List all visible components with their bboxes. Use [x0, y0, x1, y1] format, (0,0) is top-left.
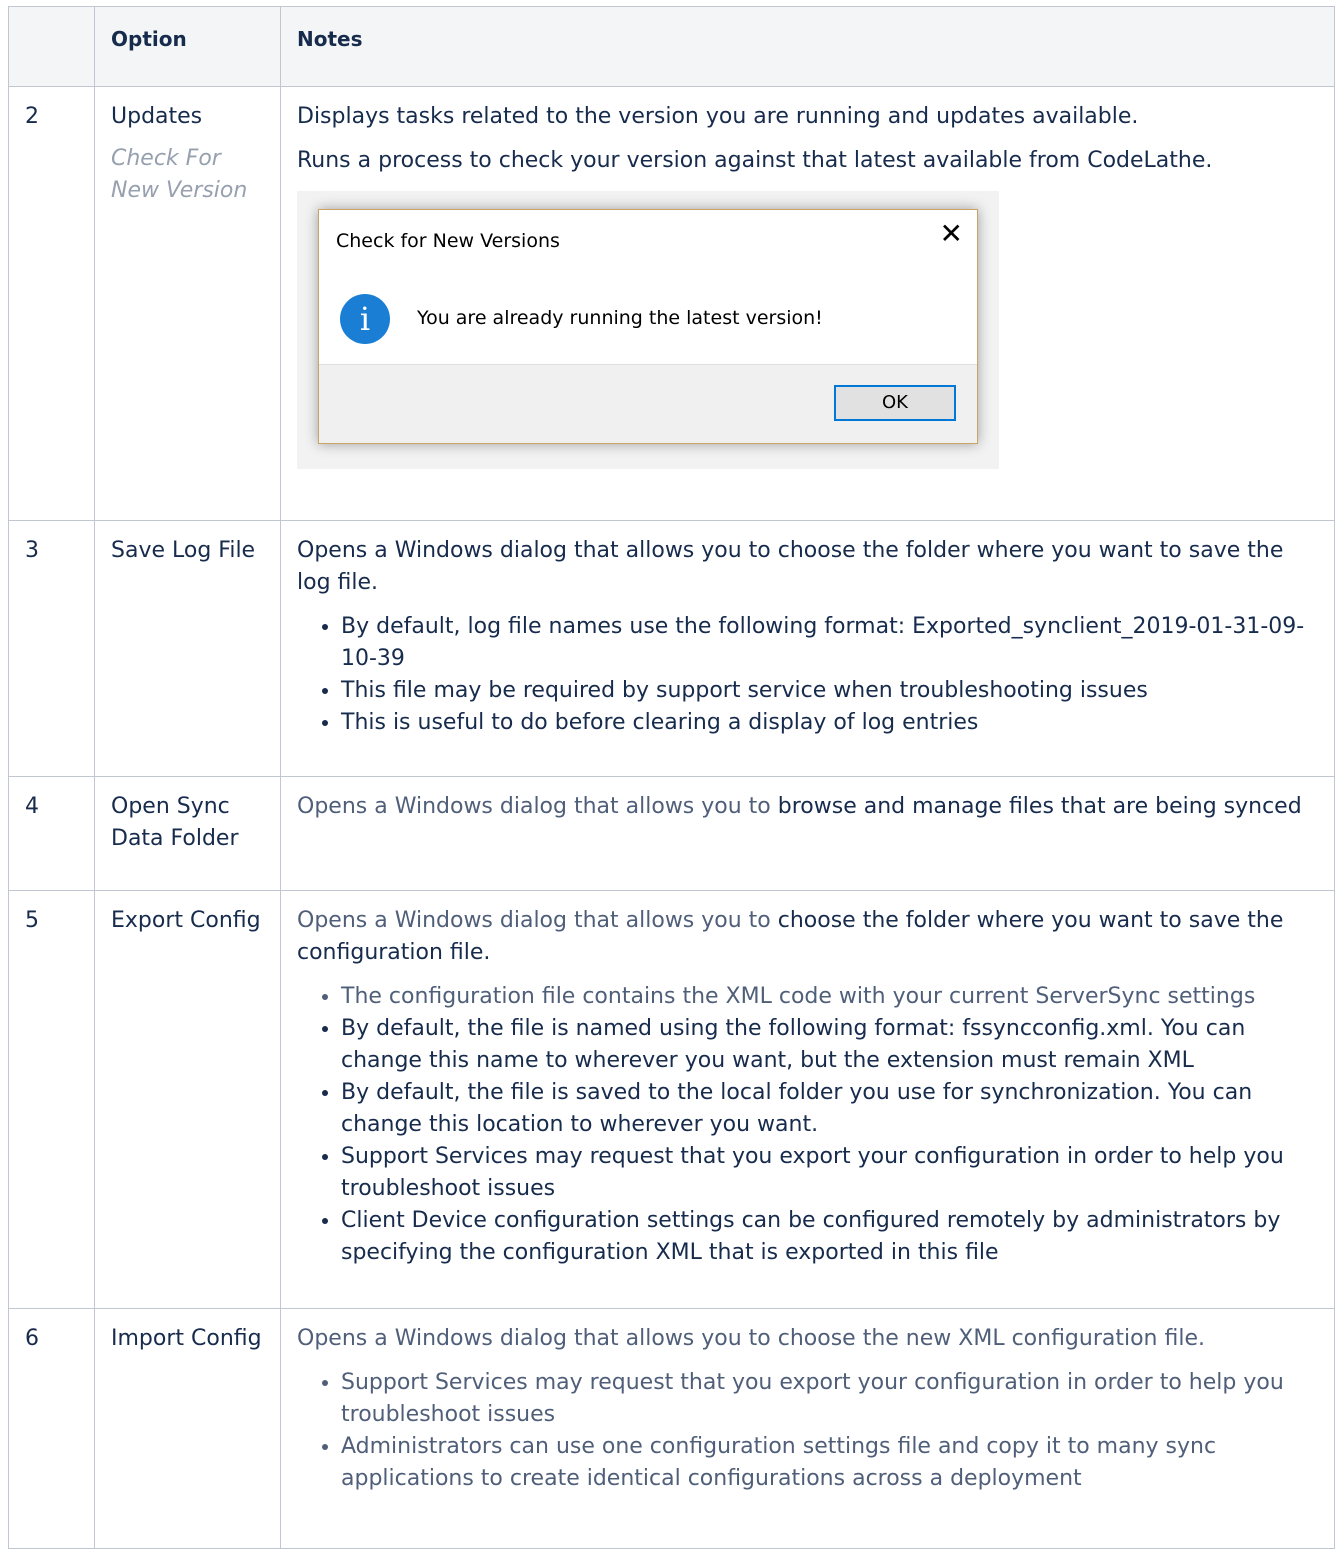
header-num	[8, 6, 95, 87]
dialog-footer: OK	[319, 364, 977, 443]
row-number: 6	[25, 1326, 39, 1351]
notes-paragraph: Opens a Windows dialog that allows you t…	[297, 905, 1318, 969]
notes-cell: Opens a Windows dialog that allows you t…	[280, 520, 1335, 777]
option-sublabel: Check For New Version	[111, 146, 248, 203]
list-item: This is useful to do before clearing a d…	[341, 707, 1318, 739]
notes-cell: Displays tasks related to the version yo…	[280, 86, 1335, 521]
list-item: By default, the file is named using the …	[341, 1013, 1318, 1077]
row-number-cell: 5	[8, 890, 95, 1309]
option-cell: Updates Check For New Version	[94, 86, 281, 521]
check-version-dialog: Check for New Versions ✕ i You are alrea…	[318, 209, 978, 444]
notes-paragraph: Opens a Windows dialog that allows you t…	[297, 538, 1284, 595]
notes-paragraph: Opens a Windows dialog that allows you t…	[297, 791, 1318, 823]
notes-prefix: Opens a Windows dialog that allows you t…	[297, 908, 771, 933]
list-item: By default, the file is saved to the loc…	[341, 1077, 1318, 1141]
option-label: Save Log File	[111, 538, 256, 563]
option-label: Import Config	[111, 1326, 262, 1351]
table-row: 3 Save Log File Opens a Windows dialog t…	[8, 520, 1335, 777]
notes-list: Support Services may request that you ex…	[297, 1367, 1318, 1495]
list-item: By default, log file names use the follo…	[341, 611, 1318, 675]
header-notes: Notes	[280, 6, 1335, 87]
notes-text: browse and manage files that are being s…	[770, 794, 1302, 819]
notes-cell: Opens a Windows dialog that allows you t…	[280, 890, 1335, 1309]
notes-paragraph: Runs a process to check your version aga…	[297, 148, 1213, 173]
option-cell: Open Sync Data Folder	[94, 776, 281, 891]
table-row: 4 Open Sync Data Folder Opens a Windows …	[8, 776, 1335, 891]
dialog-screenshot: Check for New Versions ✕ i You are alrea…	[297, 191, 999, 469]
row-number: 5	[25, 908, 39, 933]
row-number: 4	[25, 794, 39, 819]
list-item: Administrators can use one configuration…	[341, 1431, 1318, 1495]
row-number-cell: 3	[8, 520, 95, 777]
options-table: Option Notes 2 Updates Check For New Ver…	[8, 6, 1335, 1549]
list-item: Support Services may request that you ex…	[341, 1367, 1318, 1431]
option-label: Open Sync Data Folder	[111, 794, 239, 851]
notes-cell: Opens a Windows dialog that allows you t…	[280, 1308, 1335, 1549]
list-item: Client Device configuration settings can…	[341, 1205, 1318, 1269]
list-item: This file may be required by support ser…	[341, 675, 1318, 707]
table-row: 5 Export Config Opens a Windows dialog t…	[8, 890, 1335, 1309]
row-number-cell: 2	[8, 86, 95, 521]
notes-list: The configuration file contains the XML …	[297, 981, 1318, 1269]
row-number: 2	[25, 104, 39, 129]
ok-button[interactable]: OK	[834, 385, 956, 421]
list-item: The configuration file contains the XML …	[341, 981, 1318, 1013]
notes-prefix: Opens a Windows dialog that allows you t…	[297, 794, 771, 819]
header-option: Option	[94, 6, 281, 87]
row-number: 3	[25, 538, 39, 563]
option-cell: Export Config	[94, 890, 281, 1309]
dialog-title: Check for New Versions	[336, 230, 560, 252]
option-cell: Save Log File	[94, 520, 281, 777]
dialog-message: You are already running the latest versi…	[417, 307, 823, 329]
table-row: 6 Import Config Opens a Windows dialog t…	[8, 1308, 1335, 1549]
row-number-cell: 6	[8, 1308, 95, 1549]
table-row: 2 Updates Check For New Version Displays…	[8, 86, 1335, 521]
table-header-row: Option Notes	[8, 6, 1335, 87]
notes-paragraph: Opens a Windows dialog that allows you t…	[297, 1326, 1205, 1351]
notes-list: By default, log file names use the follo…	[297, 611, 1318, 739]
row-number-cell: 4	[8, 776, 95, 891]
info-icon: i	[340, 294, 390, 344]
notes-cell: Opens a Windows dialog that allows you t…	[280, 776, 1335, 891]
option-cell: Import Config	[94, 1308, 281, 1549]
list-item: Support Services may request that you ex…	[341, 1141, 1318, 1205]
option-label: Updates	[111, 104, 203, 129]
option-label: Export Config	[111, 908, 261, 933]
close-icon[interactable]: ✕	[940, 218, 963, 250]
notes-paragraph: Displays tasks related to the version yo…	[297, 104, 1139, 129]
